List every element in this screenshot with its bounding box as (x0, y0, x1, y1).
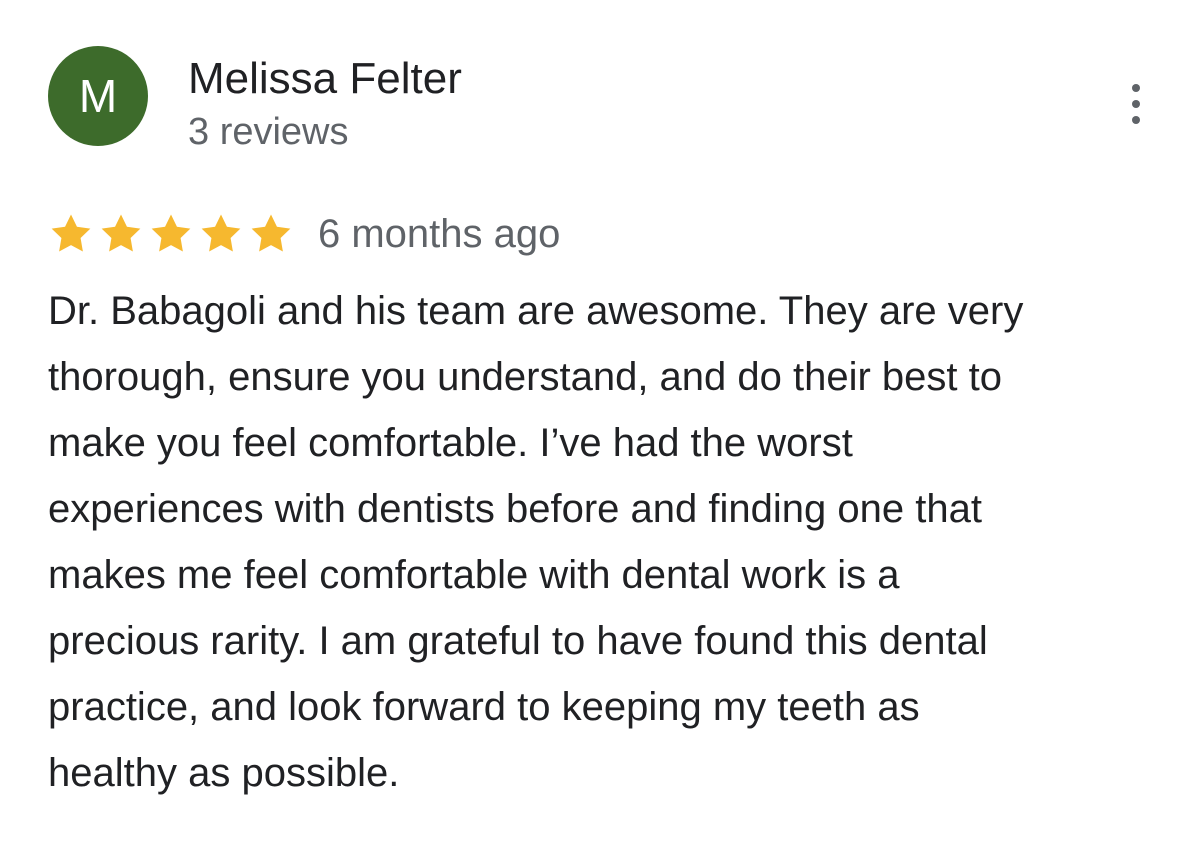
star-rating (48, 211, 294, 257)
author-review-count: 3 reviews (188, 111, 349, 153)
review-card: M Melissa Felter 3 reviews 6 months ago … (0, 0, 1200, 847)
avatar[interactable]: M (48, 46, 148, 146)
avatar-initial: M (78, 70, 118, 122)
rating-row: 6 months ago (48, 204, 560, 264)
star-icon (101, 214, 141, 252)
more-options-button[interactable] (1116, 80, 1156, 128)
star-icon (51, 214, 91, 252)
star-icon (251, 214, 291, 252)
more-vert-icon-dot (1132, 116, 1140, 124)
review-text: Dr. Babagoli and his team are awesome. T… (48, 289, 1024, 795)
author-name[interactable]: Melissa Felter (188, 50, 888, 108)
star-icon (151, 214, 191, 252)
more-vert-icon-dot (1132, 100, 1140, 108)
review-header: M Melissa Felter 3 reviews (48, 46, 1158, 156)
more-vert-icon (1132, 84, 1140, 92)
review-date: 6 months ago (318, 212, 561, 256)
star-icon (201, 214, 241, 252)
author-info: Melissa Felter 3 reviews (188, 50, 888, 156)
